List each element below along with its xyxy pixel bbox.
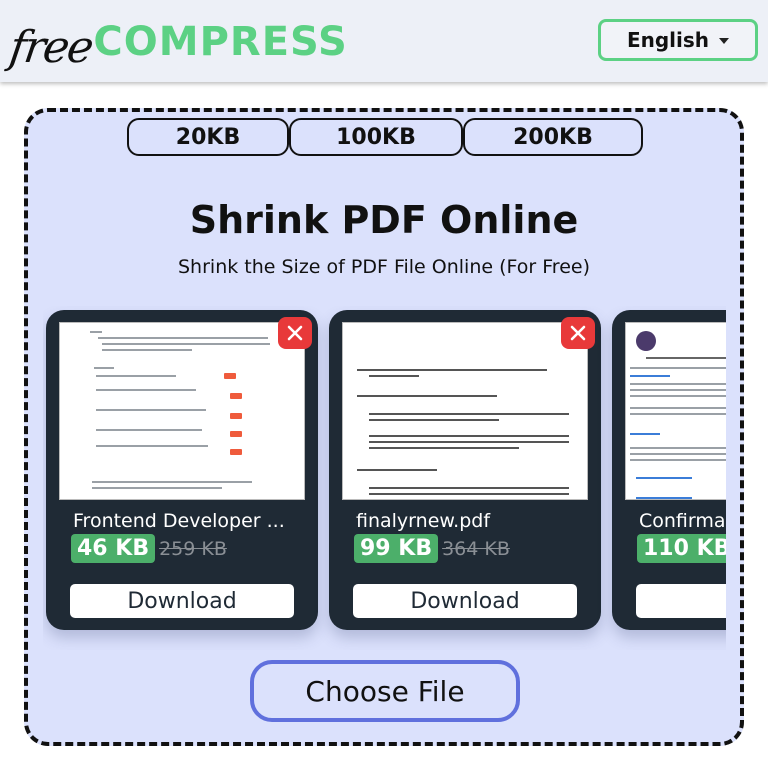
language-select-value: English: [626, 28, 710, 52]
doc-text-line: [636, 477, 692, 479]
doc-red-tag: [230, 431, 242, 437]
doc-text-line: [630, 413, 726, 415]
file-card: Confirma 110 KB Dov: [612, 310, 726, 630]
download-button[interactable]: Download: [70, 584, 294, 618]
preset-200kb-button[interactable]: 200KB: [463, 118, 643, 156]
doc-text-line: [96, 429, 202, 431]
page-title: Shrink PDF Online: [189, 198, 579, 242]
doc-text-line: [646, 357, 726, 359]
doc-text-line: [369, 441, 569, 443]
doc-text-line: [630, 433, 660, 435]
remove-file-button[interactable]: [278, 317, 312, 349]
caret-down-icon: [719, 38, 730, 44]
logo-free-text: free: [6, 22, 96, 73]
doc-red-tag: [230, 393, 242, 399]
doc-text-line: [369, 493, 569, 495]
doc-text-line: [94, 367, 114, 369]
compressed-size-badge: 110 KB: [637, 534, 726, 563]
doc-text-line: [96, 389, 196, 391]
file-sizes: 99 KB 364 KB: [354, 534, 510, 563]
doc-text-line: [630, 407, 726, 409]
doc-text-line: [102, 349, 192, 351]
doc-text-line: [90, 331, 102, 333]
file-name: Confirma: [639, 510, 726, 532]
doc-text-line: [357, 395, 497, 397]
original-size: 259 KB: [159, 537, 227, 560]
doc-text-line: [369, 435, 569, 437]
doc-red-tag: [230, 413, 242, 419]
doc-text-line: [96, 375, 176, 377]
compressed-size-badge: 46 KB: [71, 534, 156, 563]
doc-text-line: [630, 367, 726, 369]
file-drop-zone[interactable]: 20KB 100KB 200KB Shrink PDF Online Shrin…: [24, 108, 744, 746]
language-select[interactable]: English: [598, 19, 758, 61]
download-button[interactable]: Dov: [636, 584, 726, 618]
close-icon: [287, 325, 303, 341]
file-name: finalyrnew.pdf: [356, 510, 491, 532]
doc-text-line: [369, 375, 419, 377]
doc-text-line: [98, 337, 268, 339]
doc-text-line: [369, 487, 569, 489]
doc-red-tag: [224, 373, 236, 379]
file-sizes: 110 KB: [637, 534, 726, 563]
pdf-thumbnail: [59, 322, 305, 500]
file-name: Frontend Developer ...: [73, 510, 285, 532]
doc-text-line: [630, 447, 726, 449]
logo-compress-text: COMPRESS: [93, 19, 348, 65]
doc-text-line: [369, 419, 499, 421]
original-size: 364 KB: [442, 537, 510, 560]
doc-text-line: [636, 497, 692, 499]
doc-text-line: [102, 343, 270, 345]
choose-file-button[interactable]: Choose File: [250, 660, 520, 722]
doc-text-line: [96, 409, 206, 411]
doc-text-line: [630, 395, 726, 397]
doc-text-line: [369, 447, 519, 449]
doc-text-line: [630, 453, 726, 455]
doc-red-tag: [230, 449, 242, 455]
doc-text-line: [630, 389, 726, 391]
doc-text-line: [92, 487, 222, 489]
page-subtitle: Shrink the Size of PDF File Online (For …: [178, 256, 590, 278]
doc-text-line: [630, 375, 670, 377]
pdf-thumbnail: [625, 322, 726, 500]
doc-text-line: [630, 383, 726, 385]
pdf-thumbnail: [342, 322, 588, 500]
doc-text-line: [357, 369, 547, 371]
download-button[interactable]: Download: [353, 584, 577, 618]
doc-text-line: [357, 469, 437, 471]
doc-text-line: [96, 445, 208, 447]
preset-20kb-button[interactable]: 20KB: [127, 118, 289, 156]
preset-100kb-button[interactable]: 100KB: [289, 118, 463, 156]
compressed-size-badge: 99 KB: [354, 534, 439, 563]
emblem-icon: [636, 331, 656, 351]
file-card: Frontend Developer ... 46 KB 259 KB Down…: [46, 310, 318, 630]
file-card: finalyrnew.pdf 99 KB 364 KB Download: [329, 310, 601, 630]
close-icon: [570, 325, 586, 341]
freecompress-logo[interactable]: free COMPRESS: [6, 8, 348, 73]
doc-text-line: [92, 481, 252, 483]
file-cards-carousel[interactable]: Frontend Developer ... 46 KB 259 KB Down…: [43, 306, 726, 650]
remove-file-button[interactable]: [561, 317, 595, 349]
top-bar: free COMPRESS English: [0, 0, 768, 82]
size-presets: 20KB 100KB 200KB: [127, 118, 643, 156]
file-sizes: 46 KB 259 KB: [71, 534, 227, 563]
doc-text-line: [369, 413, 569, 415]
doc-text-line: [630, 459, 726, 461]
